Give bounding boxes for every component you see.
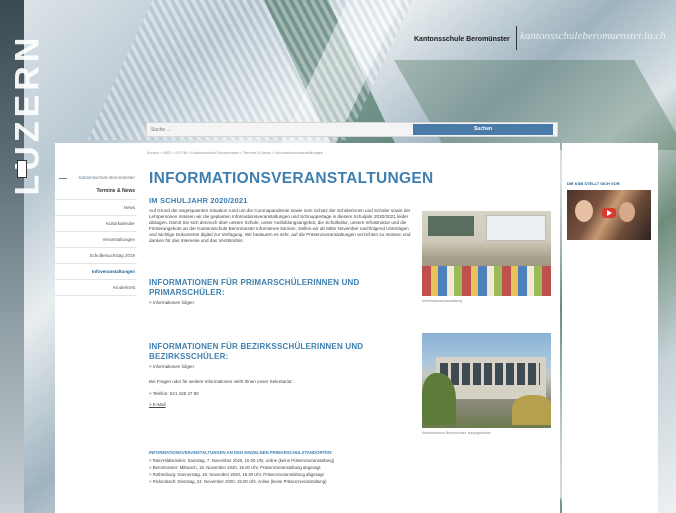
site-domain: kantonsschuleberomuenster.lu.ch: [520, 30, 666, 42]
play-icon[interactable]: [602, 208, 616, 218]
classroom-photo: [422, 211, 551, 296]
section-heading-primar-line1: INFORMATIONEN FÜR PRIMARSCHÜLERINNEN UND: [149, 278, 360, 287]
event-item: > Rickenbach: Dienstag, 24. November 202…: [149, 479, 327, 484]
search-bar: Suchen: [146, 122, 558, 137]
event-item: > Rain/Hildisrieden: Samstag, 7. Novembe…: [149, 458, 335, 463]
video-person-2: [619, 202, 635, 222]
intro-paragraph: Auf Grund der angespannten Situation run…: [149, 208, 411, 243]
section-heading-primar-line2: PRIMARSCHÜLER:: [149, 288, 225, 297]
right-panel: DIE KSB STELLT SICH VOR: [562, 143, 658, 513]
school-building-photo: [422, 333, 551, 428]
header-divider: [516, 26, 517, 50]
section-heading-primar: INFORMATIONEN FÜR PRIMARSCHÜLERINNEN UND…: [149, 278, 360, 298]
site-name[interactable]: Kantonsschule Beromünster: [414, 36, 510, 43]
sidebar-item-kulturkalender[interactable]: Kulturkalender: [55, 216, 137, 232]
sidebar-item-news[interactable]: News: [55, 200, 137, 216]
section-heading-bezirk: INFORMATIONEN FÜR BEZIRKSSCHÜLERINNEN UN…: [149, 342, 363, 362]
classroom-photo-caption: Informationsveranstaltung: [422, 299, 463, 303]
video-title: DIE KSB STELLT SICH VOR: [567, 181, 620, 186]
section-heading-schuljahr: IM SCHULJAHR 2020/2021: [149, 196, 248, 205]
sidebar-nav: Kantonsschule Beromünster Termine & News…: [55, 172, 137, 296]
section-heading-bezirk-line2: BEZIRKSSCHÜLER:: [149, 352, 229, 361]
classroom-window: [486, 215, 546, 241]
page-title: INFORMATIONSVERANSTALTUNGEN: [149, 170, 434, 187]
section-heading-bezirk-line1: INFORMATIONEN FÜR BEZIRKSSCHÜLERINNEN UN…: [149, 342, 364, 351]
school-tree: [422, 373, 456, 425]
sidebar-item-termine-news[interactable]: Termine & News: [55, 183, 137, 200]
contact-text: Bei Fragen oder für weitere Informatione…: [149, 379, 293, 384]
event-item: > Rothenburg: Donnerstag, 19. November 2…: [149, 472, 324, 477]
primar-info-link[interactable]: > Informationen folgen: [149, 300, 194, 305]
bottom-section-heading: INFORMATIONSVERANSTALTUNGEN AN DEN EINZE…: [149, 450, 333, 455]
video-person-1: [575, 200, 593, 222]
kanton-flag-icon: [17, 160, 27, 178]
breadcrumb[interactable]: Kanton > BKD > DGYM > Kantonsschule Bero…: [147, 151, 323, 155]
classroom-students: [422, 266, 551, 296]
school-bush: [512, 395, 551, 425]
classroom-board: [428, 216, 474, 236]
sidebar-item-veranstaltungen[interactable]: Veranstaltungen: [55, 232, 137, 248]
event-item: > Beromünster: Mittwoch, 18. November 20…: [149, 465, 321, 470]
kanton-luzern-logo: LUZERN: [8, 33, 47, 196]
school-windows: [440, 363, 540, 385]
sidebar-item-kinderkrett[interactable]: Kinderkrett: [55, 280, 137, 296]
school-photo-caption: Kantonsschule Beromünster, Hauptgebäude: [422, 431, 491, 435]
search-button[interactable]: Suchen: [413, 124, 553, 135]
intro-video-thumbnail[interactable]: [567, 190, 651, 240]
content-panel: Kanton > BKD > DGYM > Kantonsschule Bero…: [55, 143, 560, 513]
bezirk-info-link[interactable]: > Informationen folgen: [149, 364, 194, 369]
sidebar-item-schulbesuchstag[interactable]: Schulbesuchstag 2019: [55, 248, 137, 264]
search-input[interactable]: [147, 123, 409, 136]
phone-link[interactable]: > Telefon: 041 228 47 80: [149, 391, 199, 396]
background-facade-stripes: [87, 0, 413, 140]
sidebar-item-infoveranstaltungen[interactable]: Infoveranstaltungen: [55, 264, 137, 280]
email-link[interactable]: > E-Mail: [149, 402, 166, 407]
sidebar-back-link[interactable]: Kantonsschule Beromünster: [55, 172, 137, 183]
